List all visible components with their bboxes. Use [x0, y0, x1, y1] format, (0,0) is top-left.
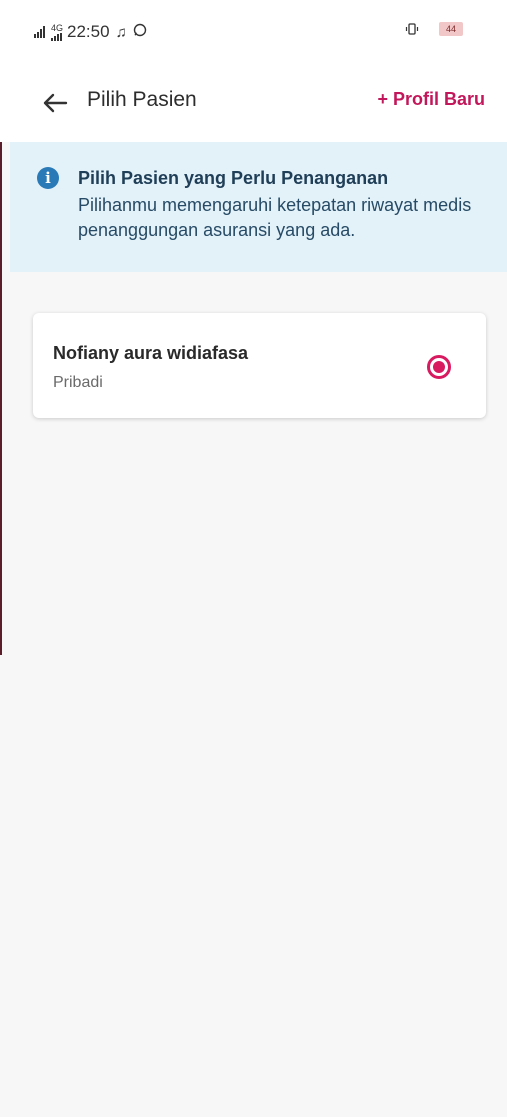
signal-icon — [34, 26, 45, 38]
network-indicator: 4G — [51, 22, 64, 41]
patient-relation: Pribadi — [53, 374, 103, 391]
info-body: Pilihanmu memengaruhi ketepatan riwayat … — [78, 195, 472, 240]
app-header: Pilih Pasien + Profil Baru — [0, 70, 507, 142]
status-left: 4G 22:50 ♫ — [34, 22, 147, 42]
app-screen: 4G 22:50 ♫ 44 Pilih Pasien + Profil Baru… — [0, 0, 507, 1117]
page-title: Pilih Pasien — [87, 88, 197, 111]
whatsapp-icon — [133, 23, 147, 41]
arrow-left-icon — [43, 93, 68, 113]
patient-radio-selected[interactable] — [427, 355, 451, 379]
radio-dot — [433, 361, 445, 373]
network-label: 4G — [51, 22, 64, 33]
info-icon: i — [37, 167, 59, 189]
battery-icon: 44 — [439, 22, 463, 36]
signal-icon-2 — [51, 32, 63, 41]
new-profile-button[interactable]: + Profil Baru — [377, 89, 485, 110]
music-icon: ♫ — [115, 23, 127, 41]
patient-card[interactable]: Nofiany aura widiafasa Pribadi — [33, 313, 486, 418]
back-button[interactable] — [38, 86, 72, 120]
patient-name: Nofiany aura widiafasa — [53, 343, 249, 363]
status-bar: 4G 22:50 ♫ 44 — [0, 0, 507, 70]
status-right: 44 — [405, 22, 463, 36]
status-time: 22:50 — [67, 22, 110, 41]
info-title: Pilih Pasien yang Perlu Penanganan — [78, 168, 389, 188]
battery-level: 44 — [445, 24, 456, 34]
info-banner: i Pilih Pasien yang Perlu Penanganan Pil… — [10, 142, 507, 272]
vibrate-icon — [405, 22, 419, 36]
